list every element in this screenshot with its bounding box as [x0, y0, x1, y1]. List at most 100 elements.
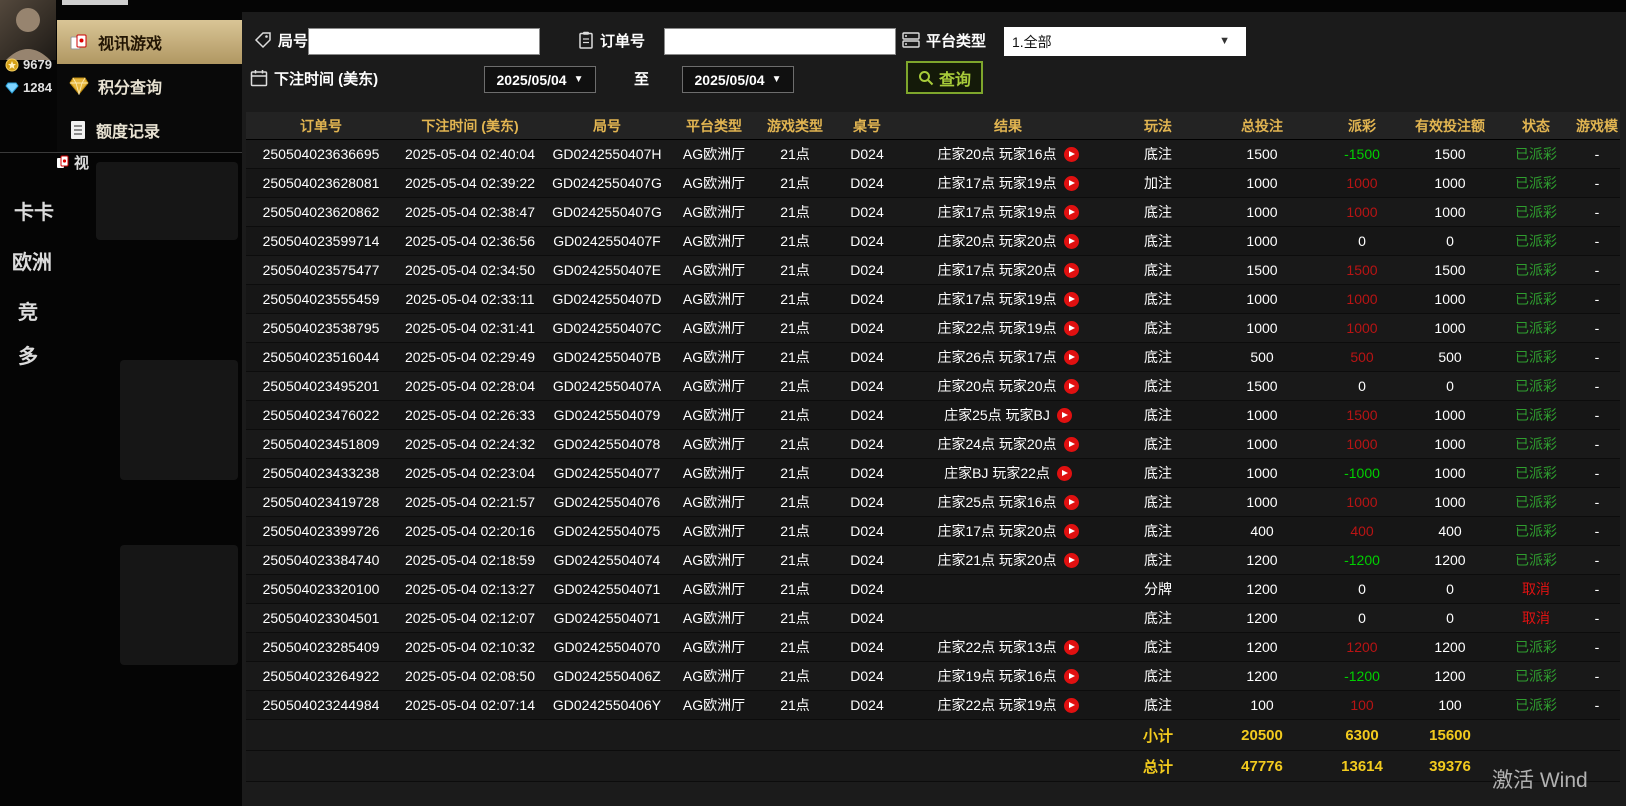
cell-play-type: 底注 [1144, 523, 1172, 539]
replay-play-icon[interactable] [1063, 175, 1079, 191]
cell-bet-time: 2025-05-04 02:38:47 [405, 204, 535, 220]
replay-play-icon[interactable] [1063, 146, 1079, 162]
cell-valid-bet: 1000 [1434, 465, 1466, 481]
cell-game-mode: - [1594, 175, 1600, 191]
column-header: 派彩 [1348, 117, 1376, 134]
cell-result: 庄家26点 玩家17点 [902, 343, 1114, 371]
round-number-input[interactable] [308, 28, 540, 55]
lobby-dim-block [120, 360, 238, 480]
cell-valid-bet: 1500 [1434, 262, 1466, 278]
cell-status: 已派彩 [1515, 262, 1557, 278]
replay-play-icon[interactable] [1063, 233, 1079, 249]
cell-bet-time: 2025-05-04 02:34:50 [405, 262, 535, 278]
replay-play-icon[interactable] [1063, 494, 1079, 510]
cell-play-type: 底注 [1144, 436, 1172, 452]
replay-play-icon[interactable] [1063, 262, 1079, 278]
replay-play-icon[interactable] [1063, 349, 1079, 365]
replay-play-icon[interactable] [1063, 697, 1079, 713]
balance-row-2: 1284 [5, 80, 52, 95]
column-header: 平台类型 [686, 117, 742, 134]
cell-table-no: D024 [850, 291, 884, 307]
table-row: 250504023264922 2025-05-04 02:08:50 GD0242… [246, 662, 1620, 691]
cell-valid-bet: 0 [1446, 378, 1454, 394]
cell-empty [758, 720, 832, 750]
replay-play-icon[interactable] [1063, 668, 1079, 684]
cell-game-type: 21点 [780, 523, 810, 539]
sidebar-item-quota-records[interactable]: 额度记录 [57, 108, 242, 152]
replay-play-icon[interactable] [1056, 465, 1072, 481]
replay-play-icon[interactable] [1063, 204, 1079, 220]
replay-play-icon[interactable] [1063, 378, 1079, 394]
result-text: 庄家17点 玩家20点 [937, 262, 1057, 278]
cell-bet-time: 2025-05-04 02:23:04 [405, 465, 535, 481]
query-button[interactable]: 查询 [906, 61, 984, 94]
cell-result: 庄家20点 玩家20点 [902, 372, 1114, 400]
cell-play-type: 底注 [1144, 146, 1172, 162]
cell-status: 已派彩 [1515, 291, 1557, 307]
lobby-dim-block [96, 162, 238, 240]
cell-status: 已派彩 [1515, 697, 1557, 713]
sidebar-item-points-query[interactable]: 积分查询 [57, 64, 242, 108]
cell-table-no: D024 [850, 697, 884, 713]
cell-game-mode: - [1594, 436, 1600, 452]
table-row: 250504023419728 2025-05-04 02:21:57 GD0242… [246, 488, 1620, 517]
date-from-button[interactable]: 2025/05/04 ▼ [484, 66, 596, 93]
cell-empty [832, 751, 902, 781]
result-text: 庄家22点 玩家19点 [937, 320, 1057, 336]
cell-table-no: D024 [850, 552, 884, 568]
cell-round-no: GD02425504079 [553, 407, 661, 423]
avatar[interactable] [0, 0, 56, 60]
cell-game-mode: - [1594, 407, 1600, 423]
cell-valid-bet: 400 [1438, 523, 1462, 539]
cell-status: 已派彩 [1515, 175, 1557, 191]
cell-empty [246, 751, 396, 781]
cell-payout: 1200 [1346, 639, 1378, 655]
cell-payout: 1000 [1346, 494, 1378, 510]
window-fragment [62, 0, 128, 5]
cell-result: 庄家22点 玩家13点 [902, 633, 1114, 661]
replay-play-icon[interactable] [1063, 320, 1079, 336]
replay-play-icon[interactable] [1063, 436, 1079, 452]
cell-bet-time: 2025-05-04 02:28:04 [405, 378, 535, 394]
order-number-label: 订单号 [578, 26, 645, 54]
replay-play-icon[interactable] [1063, 291, 1079, 307]
summary-row: 总计 47776 13614 39376 [246, 751, 1620, 782]
cell-valid-bet: 1500 [1434, 146, 1466, 162]
cell-total-bet: 1200 [1246, 552, 1278, 568]
cell-result: 庄家20点 玩家20点 [902, 227, 1114, 255]
replay-play-icon[interactable] [1063, 523, 1079, 539]
cell-round-no: GD02425504070 [553, 639, 661, 655]
cell-round-no: GD02425504077 [553, 465, 661, 481]
result-text: 庄家26点 玩家17点 [937, 349, 1057, 365]
replay-play-icon[interactable] [1056, 407, 1072, 423]
cell-order-no: 250504023384740 [262, 552, 380, 568]
cell-order-no: 250504023516044 [262, 349, 380, 365]
lobby-fragment: 多 [18, 346, 38, 368]
cell-table-no: D024 [850, 610, 884, 626]
replay-play-icon[interactable] [1063, 552, 1079, 568]
cell-table-no: D024 [850, 668, 884, 684]
date-to-button[interactable]: 2025/05/04 ▼ [682, 66, 794, 93]
cell-order-no: 250504023264922 [262, 668, 380, 684]
table-row: 250504023516044 2025-05-04 02:29:49 GD0242… [246, 343, 1620, 372]
cell-round-no: GD0242550407F [553, 233, 661, 249]
calendar-icon [250, 69, 268, 87]
cell-status: 已派彩 [1515, 465, 1557, 481]
platform-type-select[interactable]: 1.全部 ▼ [1004, 27, 1246, 56]
replay-play-icon[interactable] [1063, 639, 1079, 655]
cell-status: 已派彩 [1515, 494, 1557, 510]
cell-payout: 1500 [1346, 407, 1378, 423]
cell-valid-bet: 1000 [1434, 494, 1466, 510]
cell-payout: 500 [1350, 349, 1374, 365]
table-row: 250504023304501 2025-05-04 02:12:07 GD0242… [246, 604, 1620, 633]
cell-game-type: 21点 [780, 697, 810, 713]
bet-time-label: 下注时间 (美东) [250, 64, 378, 92]
cell-play-type: 底注 [1144, 378, 1172, 394]
sidebar-item-video-games[interactable]: 视讯游戏 [57, 20, 242, 64]
cell-platform: AG欧洲厅 [682, 436, 746, 452]
result-text: 庄家19点 玩家16点 [937, 668, 1057, 684]
cell-game-type: 21点 [780, 639, 810, 655]
order-number-input[interactable] [664, 28, 896, 55]
cell-game-type: 21点 [780, 175, 810, 191]
summary-row: 小计 20500 6300 15600 [246, 720, 1620, 751]
